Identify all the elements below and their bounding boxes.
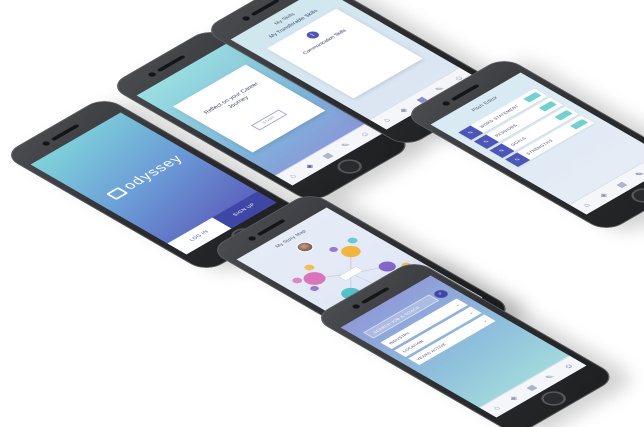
pencil-icon[interactable]: ✎ [543,373,557,381]
map-node[interactable] [302,263,316,271]
tab-bar: ⌂ ◈ ▦ ✎ ☺ [569,152,644,215]
profile-icon[interactable]: ☺ [561,362,576,371]
chevron-down-icon: ⌄ [466,310,476,316]
home-icon[interactable]: ⌂ [380,116,392,123]
map-node[interactable] [346,236,360,244]
map-icon[interactable]: ◈ [596,191,609,199]
profile-icon[interactable]: ☺ [357,130,372,139]
skill-number-badge: 1 [304,29,322,40]
phone-camera [246,235,258,242]
map-node[interactable] [299,269,330,287]
map-node[interactable] [290,276,304,284]
map-icon[interactable]: ◈ [396,106,409,114]
map-node[interactable] [328,246,340,253]
pitch-toggle[interactable] [554,109,573,121]
tab-bar: ⌂ ◈ ▦ ✎ ☺ [479,355,587,418]
map-node[interactable] [337,243,365,259]
logo-mark-icon [105,186,129,200]
grid-icon[interactable]: ▦ [524,383,538,391]
pitch-list: ✎ WORD STATEMENT ✎ PASSIONS ✎ GOALS ✎ ST… [458,88,597,168]
home-icon[interactable]: ⌂ [490,404,502,411]
home-icon[interactable]: ⌂ [286,172,298,179]
grid-icon[interactable]: ▦ [320,151,334,159]
grid-icon[interactable]: ▦ [614,180,628,188]
pencil-icon[interactable]: ✎ [633,170,644,178]
phone-camera [240,15,252,22]
home-icon[interactable]: ⌂ [580,201,592,208]
phone-camera [40,140,52,147]
map-icon[interactable]: ◈ [506,394,519,402]
map-icon[interactable]: ◈ [302,162,315,170]
phone-camera [350,303,362,310]
chevron-down-icon: ⌄ [452,302,462,308]
pitch-toggle[interactable] [523,91,542,103]
phone-camera [440,100,452,107]
search-filters: INDUSTRY ⌄ LOCATION ⌄ YEARS ACTIVE ⌄ [380,298,498,366]
map-node[interactable] [308,285,320,292]
pitch-toggle[interactable] [570,118,589,130]
mockup-stage: odyssey LOG IN SIGN UP Reflect on your C… [0,0,644,427]
brand-name: odyssey [118,152,188,192]
start-button[interactable]: START [250,109,288,131]
tab-bar: ⌂ ◈ ▦ ✎ ☺ [275,123,383,186]
odyssey-logo: odyssey [103,152,187,201]
chevron-down-icon: ⌄ [480,318,490,324]
pitch-toggle[interactable] [538,100,558,112]
pencil-icon[interactable]: ✎ [339,141,353,149]
reflect-prompt: Reflect on your Career Journey [203,81,261,116]
skill-name: Communication Skills [301,28,349,56]
phone-camera [146,71,158,78]
